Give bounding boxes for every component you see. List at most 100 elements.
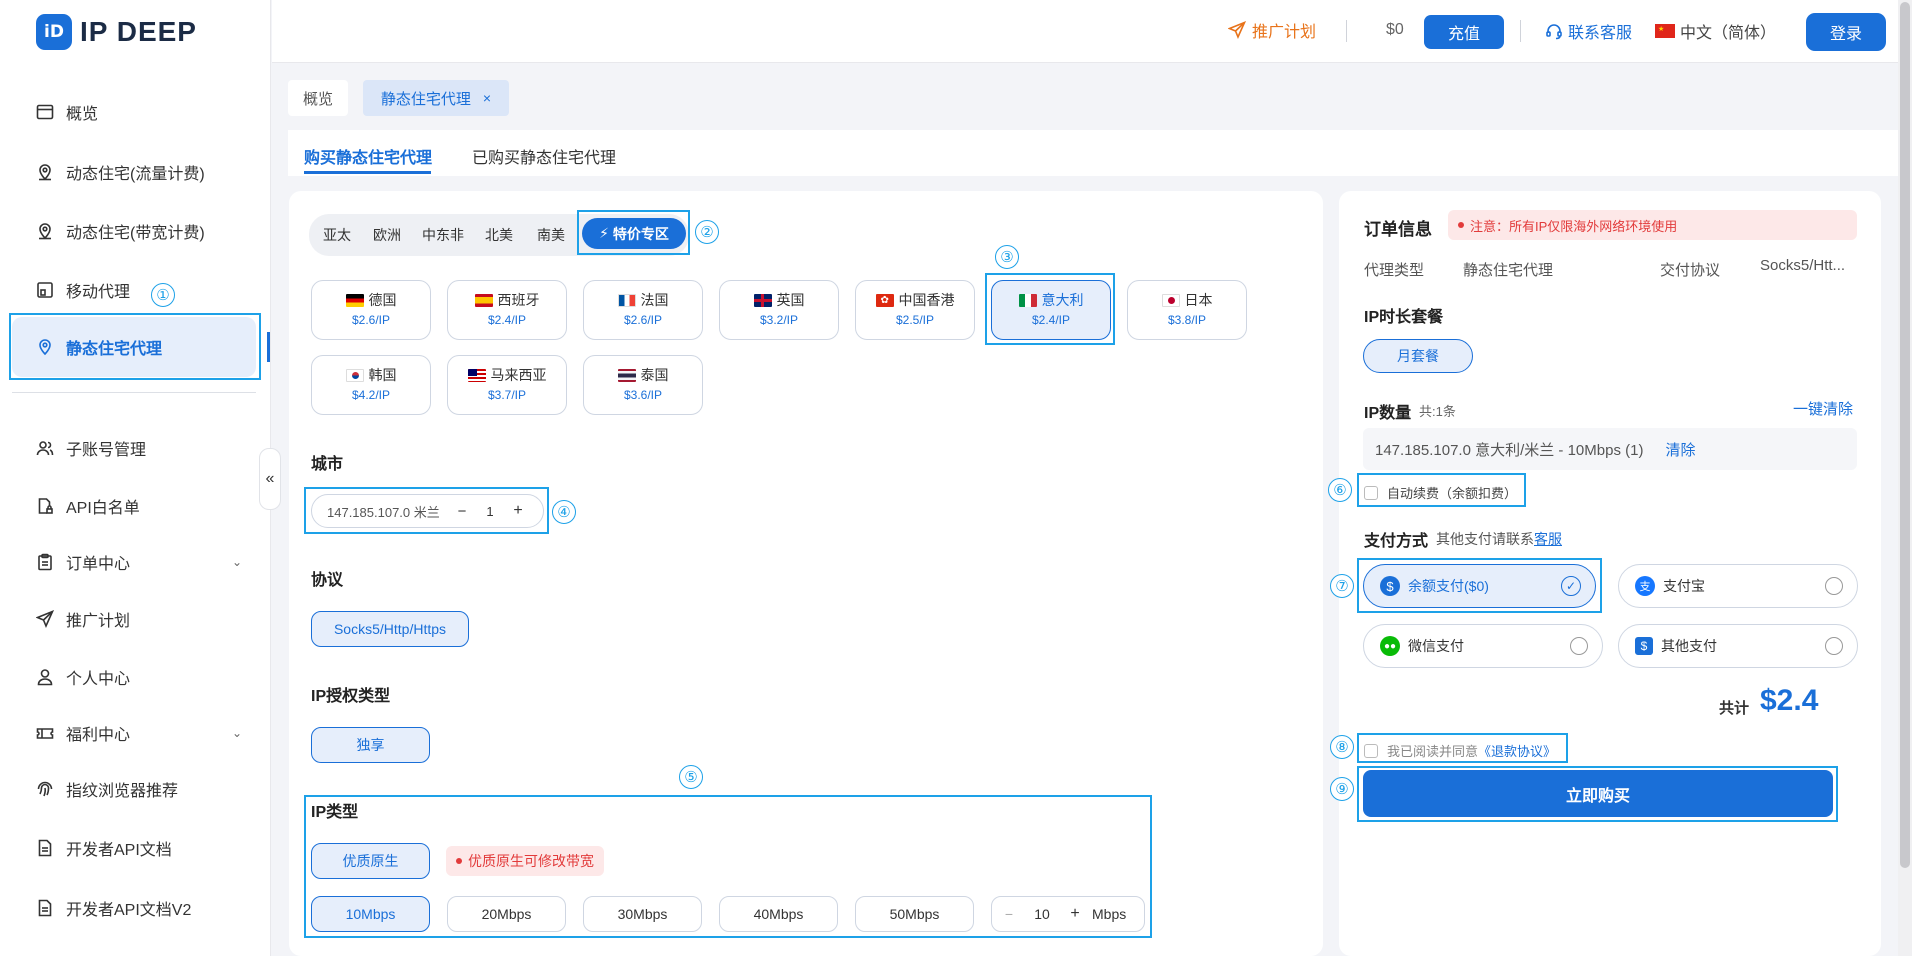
tab-bought-static[interactable]: 已购买静态住宅代理 xyxy=(472,144,616,168)
sidebar-item-label: 订单中心 xyxy=(66,556,131,573)
pay-alipay-option[interactable]: 支 支付宝 xyxy=(1618,564,1858,608)
clear-link[interactable]: 清除 xyxy=(1665,439,1695,460)
sidebar-item-dynamic-bandwidth[interactable]: 动态住宅(带宽计费) xyxy=(36,211,242,251)
country-name: 日本 xyxy=(1184,292,1213,308)
sidebar-item-api-whitelist[interactable]: API白名单 xyxy=(36,486,242,526)
auto-renew-checkbox[interactable]: 自动续费（余额扣费） xyxy=(1364,483,1517,502)
promo-link[interactable]: 推广计划 xyxy=(1228,18,1316,42)
sidebar-item-label: 静态住宅代理 xyxy=(66,341,163,358)
card-icon: $ xyxy=(1635,637,1653,655)
country-name: 德国 xyxy=(368,292,397,308)
minus-button[interactable]: − xyxy=(451,503,473,520)
language-selector[interactable]: ★ 中文（简体） xyxy=(1655,19,1776,43)
country-price: $2.4/IP xyxy=(487,313,527,327)
sidebar-item-api-docs-v2[interactable]: 开发者API文档V2 xyxy=(36,888,242,928)
document-lock-icon xyxy=(36,497,54,515)
region-asia-pacific[interactable]: 亚太 xyxy=(318,217,356,253)
bandwidth-10[interactable]: 10Mbps xyxy=(311,896,430,932)
contact-support-link[interactable]: 联系客服 xyxy=(1545,19,1632,43)
country-japan[interactable]: 日本 $3.8/IP xyxy=(1127,280,1247,340)
country-thailand[interactable]: 泰国 $3.6/IP xyxy=(583,355,703,415)
quantity-value[interactable]: 1 xyxy=(473,504,507,519)
location-pin-icon xyxy=(36,338,54,356)
logo[interactable]: iD IP DEEP xyxy=(36,14,197,50)
login-button[interactable]: 登录 xyxy=(1806,13,1886,51)
special-offer-label: 特价专区 xyxy=(612,225,669,242)
customer-service-link[interactable]: 客服 xyxy=(1534,531,1562,547)
sidebar-item-overview[interactable]: 概览 xyxy=(36,92,242,132)
collapse-sidebar-button[interactable]: « xyxy=(259,448,281,510)
tab-static-residential[interactable]: 静态住宅代理 × xyxy=(363,80,509,116)
bandwidth-value[interactable]: 10 xyxy=(1026,906,1058,922)
sidebar-item-static-residential[interactable]: 静态住宅代理 xyxy=(12,317,256,377)
protocol-option[interactable]: Socks5/Http/Https xyxy=(311,611,469,647)
tab-buy-static[interactable]: 购买静态住宅代理 xyxy=(304,144,432,168)
checkbox[interactable] xyxy=(1364,743,1378,758)
sidebar-item-api-docs[interactable]: 开发者API文档 xyxy=(36,828,242,868)
sidebar-item-promotion[interactable]: 推广计划 xyxy=(36,599,242,639)
custom-bandwidth-stepper[interactable]: − 10 + Mbps xyxy=(991,896,1145,932)
country-price: $3.2/IP xyxy=(759,313,799,327)
country-price: $3.7/IP xyxy=(487,388,527,402)
sidebar-item-profile[interactable]: 个人中心 xyxy=(36,657,242,697)
line-item-text: 147.185.107.0 意大利/米兰 - 10Mbps (1) xyxy=(1375,441,1644,459)
radio-button[interactable] xyxy=(1825,577,1843,595)
country-price: $4.2/IP xyxy=(351,388,391,402)
bandwidth-50[interactable]: 50Mbps xyxy=(855,896,974,932)
auth-type-title: IP授权类型 xyxy=(311,688,391,705)
sidebar-item-browser[interactable]: 指纹浏览器推荐 xyxy=(36,769,242,809)
sidebar-item-label: 推广计划 xyxy=(66,613,131,630)
region-south-america[interactable]: 南美 xyxy=(532,217,570,253)
country-uk[interactable]: 英国 $3.2/IP xyxy=(719,280,839,340)
tab-overview[interactable]: 概览 xyxy=(288,80,348,116)
thailand-flag-icon xyxy=(617,368,636,382)
sidebar-item-benefits[interactable]: 福利中心 ⌄ xyxy=(36,713,242,753)
ip-type-option[interactable]: 优质原生 xyxy=(311,843,430,879)
city-ip-selector[interactable]: 147.185.107.0 米兰 − 1 + xyxy=(311,494,544,528)
country-hong-kong[interactable]: ✿ 中国香港 $2.5/IP xyxy=(855,280,975,340)
country-france[interactable]: 法国 $2.6/IP xyxy=(583,280,703,340)
refund-policy-link[interactable]: 《退款协议》 xyxy=(1478,741,1556,760)
sidebar-item-dynamic-traffic[interactable]: 动态住宅(流量计费) xyxy=(36,152,242,192)
region-mea[interactable]: 中东非 xyxy=(418,217,468,253)
sidebar-item-label: 动态住宅(流量计费) xyxy=(66,166,205,183)
agree-checkbox[interactable]: 我已阅读并同意 《退款协议》 xyxy=(1364,741,1556,760)
country-italy[interactable]: 意大利 $2.4/IP xyxy=(991,280,1111,340)
marker-1: ① xyxy=(151,283,175,307)
monthly-plan-option[interactable]: 月套餐 xyxy=(1363,339,1473,373)
bandwidth-30[interactable]: 30Mbps xyxy=(583,896,702,932)
pay-other-option[interactable]: $ 其他支付 xyxy=(1618,624,1858,668)
country-korea[interactable]: 韩国 $4.2/IP xyxy=(311,355,431,415)
special-offer-button[interactable]: ⚡ 特价专区 xyxy=(582,218,686,249)
checkbox[interactable] xyxy=(1364,485,1378,500)
bandwidth-20[interactable]: 20Mbps xyxy=(447,896,566,932)
plus-button[interactable]: + xyxy=(1058,905,1092,923)
recharge-button[interactable]: 充值 xyxy=(1424,15,1504,49)
mobile-phone-icon xyxy=(36,281,54,299)
minus-button[interactable]: − xyxy=(992,906,1026,922)
plus-button[interactable]: + xyxy=(507,502,529,520)
clear-all-link[interactable]: 一键清除 xyxy=(1793,398,1853,419)
scrollbar-thumb[interactable] xyxy=(1900,2,1910,868)
pay-wechat-option[interactable]: ●● 微信支付 xyxy=(1363,624,1603,668)
paper-plane-icon xyxy=(36,610,54,628)
country-malaysia[interactable]: 马来西亚 $3.7/IP xyxy=(447,355,567,415)
radio-button[interactable] xyxy=(1570,637,1588,655)
city-title: 城市 xyxy=(311,456,344,473)
bandwidth-40[interactable]: 40Mbps xyxy=(719,896,838,932)
region-europe[interactable]: 欧洲 xyxy=(368,217,406,253)
red-dot-icon xyxy=(456,858,462,864)
country-germany[interactable]: 德国 $2.6/IP xyxy=(311,280,431,340)
region-north-america[interactable]: 北美 xyxy=(480,217,518,253)
sidebar-item-subaccounts[interactable]: 子账号管理 xyxy=(36,428,242,468)
radio-button[interactable] xyxy=(1825,637,1843,655)
auth-type-option[interactable]: 独享 xyxy=(311,727,430,763)
sidebar-item-mobile-proxy[interactable]: 移动代理 xyxy=(36,270,242,310)
buy-now-button[interactable]: 立即购买 xyxy=(1363,770,1833,817)
country-name: 泰国 xyxy=(640,367,669,383)
country-spain[interactable]: 西班牙 $2.4/IP xyxy=(447,280,567,340)
ip-qty-title: IP数量 xyxy=(1364,405,1412,422)
pay-balance-option[interactable]: $ 余额支付($0) ✓ xyxy=(1363,564,1596,608)
sidebar-item-orders[interactable]: 订单中心 ⌄ xyxy=(36,542,242,582)
close-icon[interactable]: × xyxy=(483,90,491,106)
